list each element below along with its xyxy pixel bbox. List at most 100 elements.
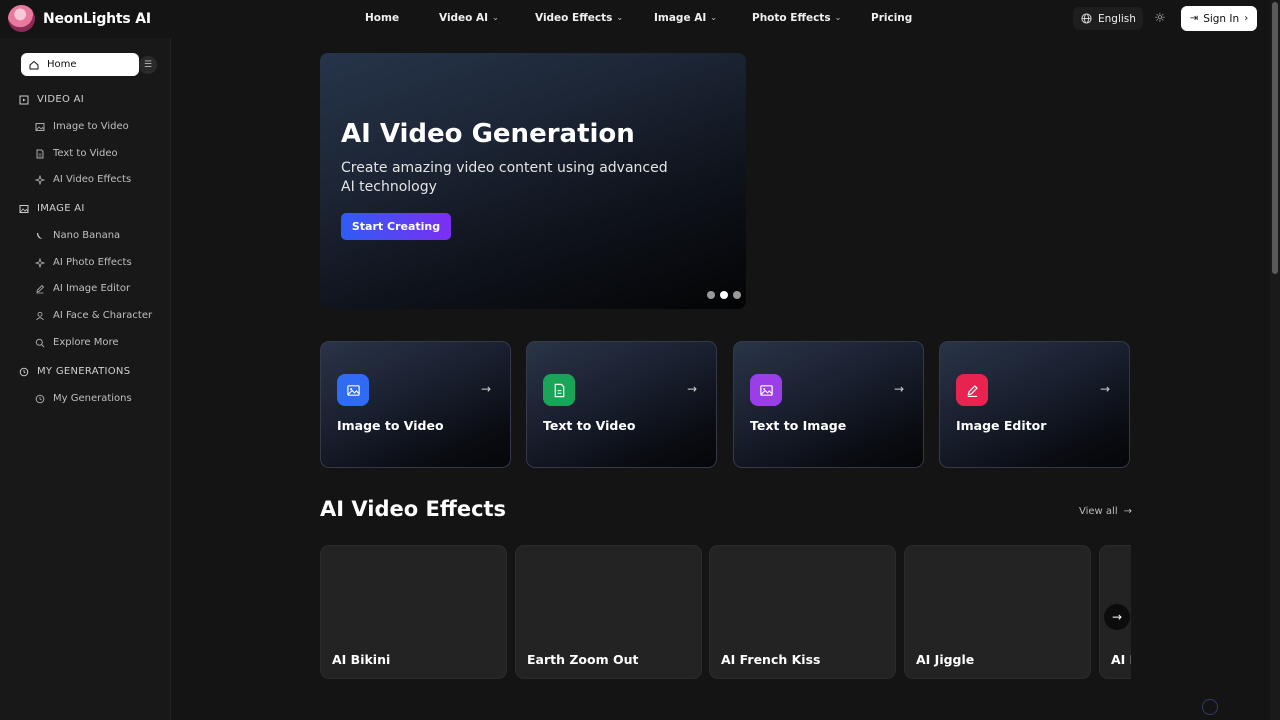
- sidebar-section-my-generations: MY GENERATIONS: [19, 366, 130, 377]
- effect-card-ai-french-kiss[interactable]: AI French Kiss: [709, 545, 896, 679]
- history-icon: [35, 394, 45, 404]
- sidebar-item-nano-banana[interactable]: Nano Banana: [35, 230, 120, 241]
- nav-image-ai[interactable]: Image AI ⌄: [654, 12, 717, 24]
- arrow-right-icon: →: [687, 382, 698, 396]
- nav-photo-effects[interactable]: Photo Effects ⌄: [752, 12, 841, 24]
- sidebar-item-explore-more[interactable]: Explore More: [35, 337, 119, 348]
- document-icon: [35, 149, 45, 159]
- image-icon: [19, 204, 29, 214]
- top-navigation-bar: NeonLights AI Home Video AI ⌄ Video Effe…: [0, 0, 1270, 38]
- effects-carousel: AI Bikini Earth Zoom Out AI French Kiss …: [320, 545, 1131, 679]
- nav-video-ai[interactable]: Video AI ⌄: [439, 12, 499, 24]
- image-icon: [35, 122, 45, 132]
- carousel-dot-active[interactable]: [720, 291, 728, 299]
- sidebar-item-label: AI Video Effects: [53, 174, 132, 185]
- sidebar-item-label: Text to Video: [53, 148, 118, 159]
- sidebar-item-ai-video-effects[interactable]: AI Video Effects: [35, 174, 131, 185]
- view-all-label: View all: [1079, 506, 1118, 517]
- sidebar-item-image-to-video[interactable]: Image to Video: [35, 121, 129, 132]
- hero-title: AI Video Generation: [341, 119, 635, 149]
- feature-card-text-to-image[interactable]: → Text to Image: [733, 341, 924, 468]
- sidebar-item-my-generations[interactable]: My Generations: [35, 393, 132, 404]
- sidebar-item-label: Nano Banana: [53, 230, 121, 241]
- pencil-icon: [35, 284, 45, 294]
- sign-in-button[interactable]: ⇥ Sign In ›: [1181, 6, 1257, 31]
- sidebar-section-title: IMAGE AI: [37, 203, 85, 214]
- feature-card-label: Image Editor: [956, 418, 1047, 433]
- watermark-badge-icon: [1202, 699, 1218, 715]
- effect-card-label: AI Dance: [1111, 652, 1131, 667]
- scrollbar-thumb[interactable]: [1272, 2, 1278, 274]
- page-scrollbar[interactable]: [1270, 0, 1280, 720]
- effect-card-ai-bikini[interactable]: AI Bikini: [320, 545, 507, 679]
- arrow-right-icon: →: [1123, 506, 1132, 517]
- sidebar-home-button[interactable]: Home: [21, 53, 139, 76]
- document-icon: [543, 374, 575, 406]
- chevron-down-icon: ⌄: [616, 12, 624, 22]
- language-label: English: [1098, 12, 1136, 25]
- sparkle-icon: [35, 174, 45, 185]
- sidebar-item-ai-photo-effects[interactable]: AI Photo Effects: [35, 257, 132, 268]
- sidebar-item-ai-image-editor[interactable]: AI Image Editor: [35, 283, 130, 294]
- sign-in-label: Sign In: [1203, 12, 1240, 25]
- sidebar-item-label: AI Face & Character: [53, 310, 153, 321]
- effect-card-label: AI Jiggle: [916, 652, 975, 667]
- nav-video-effects-label: Video Effects: [535, 12, 613, 24]
- effect-card-ai-jiggle[interactable]: AI Jiggle: [904, 545, 1091, 679]
- nav-home[interactable]: Home: [365, 12, 399, 24]
- theme-toggle-sun-icon[interactable]: ☼: [1151, 9, 1169, 27]
- effect-card-label: AI French Kiss: [721, 652, 821, 667]
- feature-card-label: Image to Video: [337, 418, 444, 433]
- carousel-dots: [707, 291, 741, 299]
- nav-video-ai-label: Video AI: [439, 12, 489, 24]
- feature-card-image-editor[interactable]: → Image Editor: [939, 341, 1130, 468]
- sidebar-section-image-ai: IMAGE AI: [19, 203, 85, 214]
- user-icon: [35, 311, 45, 321]
- sidebar-item-ai-face-character[interactable]: AI Face & Character: [35, 310, 152, 321]
- sidebar-item-label: Image to Video: [53, 121, 129, 132]
- carousel-next-arrow-icon[interactable]: →: [1104, 604, 1130, 630]
- hero-banner: AI Video Generation Create amazing video…: [320, 53, 746, 309]
- globe-icon: [1081, 13, 1092, 24]
- video-square-icon: [19, 95, 29, 105]
- chevron-down-icon: ⌄: [834, 12, 842, 22]
- sparkle-icon: [35, 257, 45, 268]
- effect-card-label: Earth Zoom Out: [527, 652, 639, 667]
- feature-card-label: Text to Video: [543, 418, 636, 433]
- arrow-right-icon: →: [1100, 382, 1111, 396]
- carousel-dot[interactable]: [733, 291, 741, 299]
- section-title-ai-video-effects: AI Video Effects: [320, 497, 507, 521]
- sidebar-item-label: Explore More: [53, 337, 119, 348]
- language-selector[interactable]: English: [1073, 7, 1143, 30]
- effect-card-earth-zoom-out[interactable]: Earth Zoom Out: [515, 545, 702, 679]
- pencil-icon: [956, 374, 988, 406]
- banana-icon: [35, 231, 45, 241]
- arrow-right-icon: →: [894, 382, 905, 396]
- sidebar: Home ☰ VIDEO AI Image to Video Text to V…: [0, 38, 171, 720]
- feature-card-image-to-video[interactable]: → Image to Video: [320, 341, 511, 468]
- sidebar-item-text-to-video[interactable]: Text to Video: [35, 148, 118, 159]
- feature-card-label: Text to Image: [750, 418, 847, 433]
- hero-subtitle: Create amazing video content using advan…: [341, 160, 668, 195]
- sidebar-section-title: MY GENERATIONS: [37, 366, 131, 377]
- nav-image-ai-label: Image AI: [654, 12, 707, 24]
- collapse-sidebar-icon[interactable]: ☰: [139, 56, 157, 74]
- brand-avatar-icon: [8, 5, 35, 32]
- view-all-link[interactable]: View all →: [1079, 506, 1132, 517]
- nav-pricing-label: Pricing: [871, 12, 913, 24]
- sidebar-section-video-ai: VIDEO AI: [19, 94, 84, 105]
- nav-video-effects[interactable]: Video Effects ⌄: [535, 12, 623, 24]
- start-creating-button[interactable]: Start Creating: [341, 213, 451, 240]
- brand-logo[interactable]: NeonLights AI: [8, 5, 151, 32]
- image-icon: [337, 374, 369, 406]
- sidebar-home-label: Home: [47, 59, 77, 70]
- sidebar-item-label: AI Image Editor: [53, 283, 131, 294]
- effect-card-label: AI Bikini: [332, 652, 391, 667]
- feature-card-text-to-video[interactable]: → Text to Video: [526, 341, 717, 468]
- carousel-dot[interactable]: [707, 291, 715, 299]
- image-icon: [750, 374, 782, 406]
- nav-home-label: Home: [365, 12, 400, 24]
- chevron-down-icon: ⌄: [492, 12, 499, 22]
- nav-pricing[interactable]: Pricing: [871, 12, 912, 24]
- sidebar-item-label: My Generations: [53, 393, 132, 404]
